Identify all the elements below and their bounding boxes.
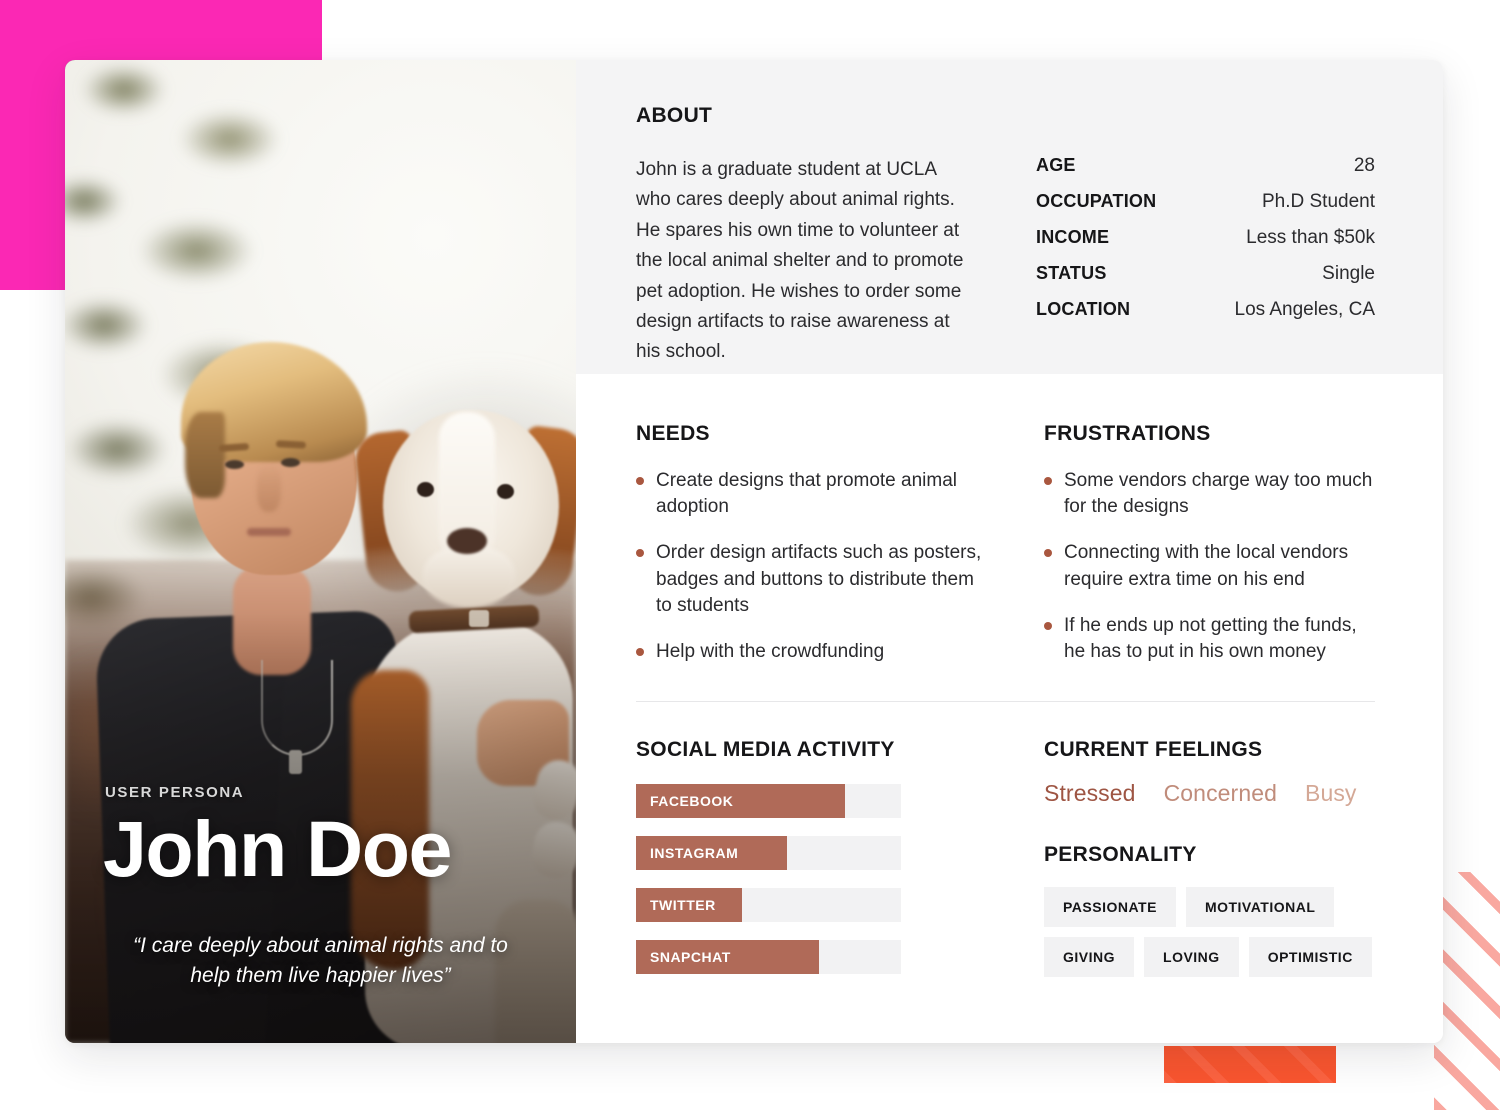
needs-list-item: Create designs that promote animal adopt… (636, 468, 984, 520)
social-bar-snapchat: SNAPCHAT (636, 940, 901, 975)
photo-man-eyebrow-right (275, 440, 307, 449)
feelings-personality-section: CURRENT FEELINGS Stressed Concerned Busy… (1044, 738, 1375, 978)
photo-man-nose (257, 464, 281, 512)
feeling-stressed: Stressed (1044, 780, 1136, 807)
personality-tag: LOVING (1144, 937, 1239, 978)
persona-details: ABOUT John is a graduate student at UCLA… (576, 60, 1443, 1043)
stat-value: Less than $50k (1246, 227, 1375, 248)
about-title: ABOUT (636, 104, 713, 127)
photo-dog-eye-right (497, 484, 514, 499)
photo-man-eye-left (225, 460, 244, 469)
about-description: John is a graduate student at UCLA who c… (636, 159, 964, 363)
decorative-orange-bar (1164, 1046, 1336, 1083)
persona-photo: USER PERSONA John Doe “I care deeply abo… (65, 60, 576, 1043)
decorative-diagonal-stripes (1434, 872, 1500, 1110)
stat-value: 28 (1353, 155, 1375, 176)
persona-kicker: USER PERSONA (105, 783, 245, 801)
stat-value: Single (1322, 263, 1375, 284)
bar-label: FACEBOOK (650, 793, 734, 810)
stat-row-occupation: OCCUPATION Ph.D Student (1036, 191, 1375, 213)
photo-dog-eye-left (417, 482, 434, 497)
persona-quote: “I care deeply about animal rights and t… (133, 934, 508, 988)
bar-label: SNAPCHAT (650, 949, 731, 966)
section-divider (636, 701, 1375, 703)
needs-list-item: Order design artifacts such as posters, … (636, 540, 984, 619)
needs-section: NEEDS Create designs that promote animal… (636, 422, 984, 665)
about-grid: John is a graduate student at UCLA who c… (636, 155, 1375, 368)
needs-list: Create designs that promote animal adopt… (636, 468, 984, 665)
stat-row-location: LOCATION Los Angeles, CA (1036, 299, 1375, 321)
personality-tag: PASSIONATE (1044, 887, 1176, 928)
frustrations-list: Some vendors charge way too much for the… (1044, 468, 1375, 665)
personality-tag: OPTIMISTIC (1248, 937, 1372, 978)
bar-label: TWITTER (650, 897, 716, 914)
frustrations-list-item: Connecting with the local vendors requir… (1044, 540, 1375, 592)
social-bar-twitter: TWITTER (636, 888, 901, 923)
frustrations-list-item: If he ends up not getting the funds, he … (1044, 613, 1375, 665)
needs-title: NEEDS (636, 422, 710, 445)
about-panel: ABOUT John is a graduate student at UCLA… (576, 60, 1443, 374)
stat-label: LOCATION (1036, 299, 1131, 319)
feeling-concerned: Concerned (1163, 780, 1277, 807)
current-feelings-title: CURRENT FEELINGS (1044, 738, 1263, 762)
personality-title: PERSONALITY (1044, 843, 1197, 867)
personality-tag: GIVING (1044, 937, 1135, 978)
persona-canvas: USER PERSONA John Doe “I care deeply abo… (0, 0, 1500, 1110)
stat-label: STATUS (1036, 263, 1107, 283)
personality-tag: MOTIVATIONAL (1185, 887, 1335, 928)
persona-card: USER PERSONA John Doe “I care deeply abo… (65, 60, 1443, 1043)
needs-list-item: Help with the crowdfunding (636, 639, 984, 665)
frustrations-title: FRUSTRATIONS (1044, 422, 1211, 445)
personality-tags: PASSIONATE MOTIVATIONAL GIVING LOVING OP… (1044, 887, 1375, 978)
stat-value: Los Angeles, CA (1234, 299, 1375, 320)
photo-man-eye-right (281, 458, 300, 467)
social-bar-instagram: INSTAGRAM (636, 836, 901, 871)
frustrations-section: FRUSTRATIONS Some vendors charge way too… (1044, 422, 1375, 665)
about-stats-list: AGE 28 OCCUPATION Ph.D Student INCOME Le… (1036, 155, 1375, 368)
bar-label: INSTAGRAM (650, 845, 739, 862)
decorative-orange-stripe-overlay (1164, 1046, 1336, 1083)
social-bar-facebook: FACEBOOK (636, 784, 901, 819)
photo-dog-muzzle (423, 546, 515, 608)
photo-caption-block: USER PERSONA John Doe “I care deeply abo… (65, 784, 576, 991)
stat-row-age: AGE 28 (1036, 155, 1375, 177)
frustrations-list-item: Some vendors charge way too much for the… (1044, 468, 1375, 520)
needs-frustrations-row: NEEDS Create designs that promote animal… (636, 422, 1375, 665)
social-feelings-row: SOCIAL MEDIA ACTIVITY FACEBOOK INSTAGRAM (636, 738, 1375, 978)
social-media-section: SOCIAL MEDIA ACTIVITY FACEBOOK INSTAGRAM (636, 738, 984, 977)
stat-row-income: INCOME Less than $50k (1036, 227, 1375, 249)
stat-row-status: STATUS Single (1036, 263, 1375, 285)
social-media-title: SOCIAL MEDIA ACTIVITY (636, 738, 895, 762)
stat-label: INCOME (1036, 227, 1110, 247)
stat-label: AGE (1036, 155, 1076, 175)
persona-name: John Doe (103, 803, 452, 893)
stat-label: OCCUPATION (1036, 191, 1157, 211)
feelings-list: Stressed Concerned Busy (1044, 780, 1375, 807)
stat-value: Ph.D Student (1261, 191, 1375, 212)
feeling-busy: Busy (1305, 780, 1357, 807)
lower-sections: NEEDS Create designs that promote animal… (576, 374, 1443, 978)
photo-dog-nose (447, 528, 487, 554)
social-media-bars: FACEBOOK INSTAGRAM TWITTER SNAPCHAT (636, 784, 984, 975)
photo-man-hair-side (185, 412, 225, 498)
photo-man-mouth (247, 528, 291, 536)
